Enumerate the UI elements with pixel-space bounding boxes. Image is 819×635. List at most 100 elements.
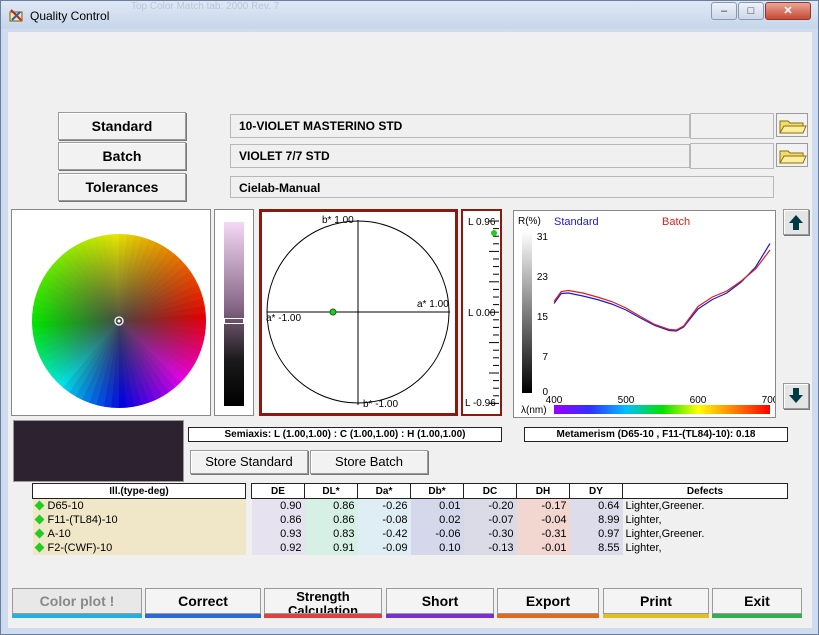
open-batch-folder-button[interactable] <box>776 143 808 167</box>
value-cell: 0.86 <box>304 513 358 527</box>
close-button[interactable]: ✕ <box>765 2 811 20</box>
value-cell: 0.01 <box>410 498 464 513</box>
y-tick-label: 15 <box>537 312 549 323</box>
reflectance-curve-panel: R(%) Standard Batch 31231570400500600700… <box>513 210 779 418</box>
l-marker <box>491 230 497 236</box>
illuminant-cell: D65-10 <box>32 498 246 513</box>
batch-button[interactable]: Batch <box>58 142 186 170</box>
exit-button[interactable]: Exit <box>712 588 802 614</box>
tolerance-name-field[interactable]: Cielab-Manual <box>230 176 774 198</box>
value-cell: -0.17 <box>516 498 570 513</box>
diamond-marker-icon <box>34 542 44 553</box>
r-percent-label: R(%) <box>518 216 541 227</box>
batch-legend: Batch <box>662 216 691 228</box>
value-cell: 0.97 <box>569 527 623 541</box>
table-row[interactable]: F2-(CWF)-10 0.92 0.91 -0.09 0.10 -0.13 -0.01 8.… <box>32 541 788 555</box>
store-batch-button[interactable]: Store Batch <box>310 450 428 474</box>
visible-spectrum-bar <box>554 405 770 414</box>
value-cell: 8.55 <box>569 541 623 555</box>
minimize-button[interactable]: – <box>711 2 737 20</box>
scroll-down-button[interactable] <box>783 383 809 409</box>
illuminant-cell: A-10 <box>32 527 246 541</box>
tolerances-button[interactable]: Tolerances <box>58 173 186 201</box>
l-top-label: L 0.96 <box>468 217 496 228</box>
semiaxis-info: Semiaxis: L (1.00,1.00) : C (1.00,1.00) … <box>188 427 502 442</box>
illuminant-label: F2-(CWF)-10 <box>47 542 113 554</box>
value-cell: -0.20 <box>463 498 517 513</box>
col-da: Da* <box>357 483 411 499</box>
value-cell: 0.10 <box>410 541 464 555</box>
lightness-slider-handle[interactable] <box>224 318 244 324</box>
defects-cell: Lighter, <box>625 514 662 526</box>
value-cell: -0.07 <box>463 513 517 527</box>
col-de: DE <box>251 483 305 499</box>
value-cell: -0.30 <box>463 527 517 541</box>
batch-extra-field[interactable] <box>690 143 774 169</box>
illuminant-label: F11-(TL84)-10 <box>47 514 118 526</box>
color-difference-table: Ill.(type-deg) DE DL* Da* Db* DC DH DY D… <box>32 483 788 555</box>
value-cell: 0.83 <box>304 527 358 541</box>
value-cell: -0.42 <box>357 527 411 541</box>
value-cell: -0.09 <box>357 541 411 555</box>
background-window-title: Top Color Match tab: 2000 Rev. 7 <box>131 1 280 12</box>
sample-color-swatch <box>13 420 184 482</box>
folder-icon <box>779 120 807 134</box>
maximize-button[interactable]: □ <box>738 2 764 20</box>
app-icon <box>9 9 23 22</box>
table-row[interactable]: D65-10 0.90 0.86 -0.26 0.01 -0.20 -0.17 0.64 Lig… <box>32 498 788 513</box>
store-standard-button[interactable]: Store Standard <box>190 450 308 474</box>
diamond-marker-icon <box>34 528 44 539</box>
standard-legend: Standard <box>554 216 599 228</box>
value-cell: 0.90 <box>251 498 305 513</box>
value-cell: 0.02 <box>410 513 464 527</box>
reflectance-chart: 31231570400500600700 <box>522 231 779 406</box>
ab-tolerance-plot: b* 1.00 b* -1.00 a* -1.00 a* 1.00 <box>259 209 458 416</box>
short-button[interactable]: Short <box>386 588 494 614</box>
batch-series-line <box>553 249 771 331</box>
export-button[interactable]: Export <box>497 588 599 614</box>
open-standard-folder-button[interactable] <box>776 113 808 137</box>
color-wheel[interactable] <box>12 210 210 415</box>
down-arrow-icon <box>789 388 803 403</box>
diamond-marker-icon <box>34 514 44 525</box>
batch-point-marker <box>329 308 337 316</box>
standard-name-field[interactable]: 10-VIOLET MASTERINO STD <box>230 114 690 138</box>
y-tick-label: 23 <box>537 272 549 283</box>
standard-button[interactable]: Standard <box>58 112 186 140</box>
lightness-bar-panel <box>214 209 254 416</box>
table-row[interactable]: F11-(TL84)-10 0.86 0.86 -0.08 0.02 -0.07 -0.04… <box>32 513 788 527</box>
a-left-label: a* -1.00 <box>266 313 302 324</box>
value-cell: 0.91 <box>304 541 358 555</box>
b-bottom-label: b* -1.00 <box>363 399 399 410</box>
strength-calculation-button[interactable]: Strength Calculation <box>264 588 382 614</box>
wavelength-axis-label: λ(nm) <box>521 405 547 416</box>
col-dy: DY <box>569 483 623 499</box>
bottom-toolbar: Color plot ! Correct Strength Calculatio… <box>8 588 812 628</box>
correct-button[interactable]: Correct <box>145 588 261 614</box>
value-cell: -0.01 <box>516 541 570 555</box>
col-db: Db* <box>410 483 464 499</box>
value-cell: 0.92 <box>251 541 305 555</box>
scroll-up-button[interactable] <box>783 209 809 235</box>
a-right-label: a* 1.00 <box>417 299 449 310</box>
table-header-row: Ill.(type-deg) DE DL* Da* Db* DC DH DY D… <box>32 483 788 499</box>
defects-cell: Lighter,Greener. <box>625 500 705 512</box>
y-tick-label: 7 <box>542 352 548 363</box>
value-cell: -0.13 <box>463 541 517 555</box>
l-mid-label: L 0.00 <box>468 308 496 319</box>
window-title: Quality Control <box>30 9 110 23</box>
title-bar[interactable]: Quality Control Top Color Match tab: 200… <box>1 1 818 29</box>
print-button[interactable]: Print <box>603 588 709 614</box>
value-cell: -0.26 <box>357 498 411 513</box>
col-dc: DC <box>463 483 517 499</box>
batch-name-field[interactable]: VIOLET 7/7 STD <box>230 144 690 168</box>
table-row[interactable]: A-10 0.93 0.83 -0.42 -0.06 -0.30 -0.31 0.97 Ligh… <box>32 527 788 541</box>
l-scale-panel: L 0.96 L 0.00 L -0.96 <box>461 209 502 416</box>
illuminant-label: D65-10 <box>47 500 84 512</box>
standard-extra-field[interactable] <box>690 113 774 139</box>
quality-control-window: Quality Control Top Color Match tab: 200… <box>0 0 819 635</box>
illuminant-cell: F2-(CWF)-10 <box>32 541 246 555</box>
color-plot-button[interactable]: Color plot ! <box>12 588 142 614</box>
defects-cell: Lighter, <box>625 542 662 554</box>
b-top-label: b* 1.00 <box>322 215 354 226</box>
